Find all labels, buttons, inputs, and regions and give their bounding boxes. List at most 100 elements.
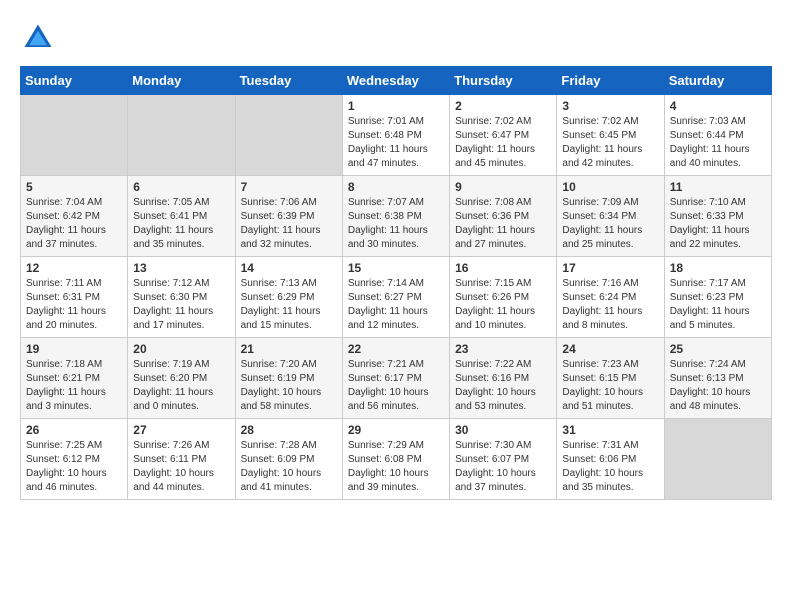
day-cell: 26 Sunrise: 7:25 AM Sunset: 6:12 PM Dayli… — [21, 419, 128, 500]
day-number: 13 — [133, 261, 229, 275]
day-info: Sunrise: 7:24 AM Sunset: 6:13 PM Dayligh… — [670, 358, 766, 414]
day-number: 22 — [348, 342, 444, 356]
day-cell: 3 Sunrise: 7:02 AM Sunset: 6:45 PM Daylig… — [557, 95, 664, 176]
day-cell: 17 Sunrise: 7:16 AM Sunset: 6:24 PM Dayli… — [557, 257, 664, 338]
calendar: SundayMondayTuesdayWednesdayThursdayFrid… — [20, 66, 772, 500]
day-cell: 25 Sunrise: 7:24 AM Sunset: 6:13 PM Dayli… — [664, 338, 771, 419]
day-number: 29 — [348, 423, 444, 437]
day-cell: 22Sunrise: 7:21 AM Sunset: 6:17 PM Dayli… — [342, 338, 449, 419]
day-number: 19 — [26, 342, 122, 356]
day-number: 2 — [455, 99, 551, 113]
day-info: Sunrise: 7:17 AM Sunset: 6:23 PM Dayligh… — [670, 277, 766, 333]
weekday-header-row: SundayMondayTuesdayWednesdayThursdayFrid… — [21, 67, 772, 95]
day-number: 26 — [26, 423, 122, 437]
day-number: 20 — [133, 342, 229, 356]
day-info: Sunrise: 7:31 AM Sunset: 6:06 PM Dayligh… — [562, 439, 658, 495]
day-cell: 27 Sunrise: 7:26 AM Sunset: 6:11 PM Dayli… — [128, 419, 235, 500]
day-number: 11 — [670, 180, 766, 194]
day-cell: 12 Sunrise: 7:11 AM Sunset: 6:31 PM Dayli… — [21, 257, 128, 338]
day-cell: 16 Sunrise: 7:15 AM Sunset: 6:26 PM Dayli… — [450, 257, 557, 338]
day-number: 21 — [241, 342, 337, 356]
day-info: Sunrise: 7:10 AM Sunset: 6:33 PM Dayligh… — [670, 196, 766, 252]
day-info: Sunrise: 7:18 AM Sunset: 6:21 PM Dayligh… — [26, 358, 122, 414]
day-cell: 8Sunrise: 7:07 AM Sunset: 6:38 PM Daylig… — [342, 176, 449, 257]
day-info: Sunrise: 7:16 AM Sunset: 6:24 PM Dayligh… — [562, 277, 658, 333]
day-cell: 14Sunrise: 7:13 AM Sunset: 6:29 PM Dayli… — [235, 257, 342, 338]
day-number: 5 — [26, 180, 122, 194]
day-number: 18 — [670, 261, 766, 275]
week-row-2: 5 Sunrise: 7:04 AM Sunset: 6:42 PM Daylig… — [21, 176, 772, 257]
day-number: 27 — [133, 423, 229, 437]
day-info: Sunrise: 7:02 AM Sunset: 6:45 PM Dayligh… — [562, 115, 658, 171]
day-info: Sunrise: 7:11 AM Sunset: 6:31 PM Dayligh… — [26, 277, 122, 333]
day-number: 1 — [348, 99, 444, 113]
weekday-header-sunday: Sunday — [21, 67, 128, 95]
day-cell: 23 Sunrise: 7:22 AM Sunset: 6:16 PM Dayli… — [450, 338, 557, 419]
day-number: 30 — [455, 423, 551, 437]
day-info: Sunrise: 7:26 AM Sunset: 6:11 PM Dayligh… — [133, 439, 229, 495]
day-cell: 11 Sunrise: 7:10 AM Sunset: 6:33 PM Dayli… — [664, 176, 771, 257]
day-info: Sunrise: 7:22 AM Sunset: 6:16 PM Dayligh… — [455, 358, 551, 414]
day-info: Sunrise: 7:23 AM Sunset: 6:15 PM Dayligh… — [562, 358, 658, 414]
day-cell: 7 Sunrise: 7:06 AM Sunset: 6:39 PM Daylig… — [235, 176, 342, 257]
week-row-4: 19 Sunrise: 7:18 AM Sunset: 6:21 PM Dayli… — [21, 338, 772, 419]
day-number: 14 — [241, 261, 337, 275]
day-number: 28 — [241, 423, 337, 437]
day-cell: 4 Sunrise: 7:03 AM Sunset: 6:44 PM Daylig… — [664, 95, 771, 176]
day-number: 16 — [455, 261, 551, 275]
day-cell: 18 Sunrise: 7:17 AM Sunset: 6:23 PM Dayli… — [664, 257, 771, 338]
weekday-header-thursday: Thursday — [450, 67, 557, 95]
day-cell — [235, 95, 342, 176]
day-cell: 28 Sunrise: 7:28 AM Sunset: 6:09 PM Dayli… — [235, 419, 342, 500]
day-number: 8 — [348, 180, 444, 194]
day-info: Sunrise: 7:05 AM Sunset: 6:41 PM Dayligh… — [133, 196, 229, 252]
day-cell: 30 Sunrise: 7:30 AM Sunset: 6:07 PM Dayli… — [450, 419, 557, 500]
day-number: 23 — [455, 342, 551, 356]
day-info: Sunrise: 7:30 AM Sunset: 6:07 PM Dayligh… — [455, 439, 551, 495]
day-number: 31 — [562, 423, 658, 437]
day-cell: 6Sunrise: 7:05 AM Sunset: 6:41 PM Daylig… — [128, 176, 235, 257]
day-cell — [664, 419, 771, 500]
day-cell — [21, 95, 128, 176]
day-info: Sunrise: 7:25 AM Sunset: 6:12 PM Dayligh… — [26, 439, 122, 495]
weekday-header-saturday: Saturday — [664, 67, 771, 95]
weekday-header-wednesday: Wednesday — [342, 67, 449, 95]
day-cell: 2 Sunrise: 7:02 AM Sunset: 6:47 PM Daylig… — [450, 95, 557, 176]
weekday-header-tuesday: Tuesday — [235, 67, 342, 95]
day-cell: 19 Sunrise: 7:18 AM Sunset: 6:21 PM Dayli… — [21, 338, 128, 419]
day-cell: 5 Sunrise: 7:04 AM Sunset: 6:42 PM Daylig… — [21, 176, 128, 257]
day-number: 3 — [562, 99, 658, 113]
weekday-header-monday: Monday — [128, 67, 235, 95]
day-cell: 9 Sunrise: 7:08 AM Sunset: 6:36 PM Daylig… — [450, 176, 557, 257]
day-cell: 20 Sunrise: 7:19 AM Sunset: 6:20 PM Dayli… — [128, 338, 235, 419]
week-row-3: 12 Sunrise: 7:11 AM Sunset: 6:31 PM Dayli… — [21, 257, 772, 338]
day-cell: 29Sunrise: 7:29 AM Sunset: 6:08 PM Dayli… — [342, 419, 449, 500]
day-cell: 15Sunrise: 7:14 AM Sunset: 6:27 PM Dayli… — [342, 257, 449, 338]
day-cell: 24 Sunrise: 7:23 AM Sunset: 6:15 PM Dayli… — [557, 338, 664, 419]
day-number: 25 — [670, 342, 766, 356]
day-number: 9 — [455, 180, 551, 194]
day-info: Sunrise: 7:02 AM Sunset: 6:47 PM Dayligh… — [455, 115, 551, 171]
day-info: Sunrise: 7:20 AM Sunset: 6:19 PM Dayligh… — [241, 358, 337, 414]
day-info: Sunrise: 7:04 AM Sunset: 6:42 PM Dayligh… — [26, 196, 122, 252]
day-cell: 13 Sunrise: 7:12 AM Sunset: 6:30 PM Dayli… — [128, 257, 235, 338]
day-info: Sunrise: 7:12 AM Sunset: 6:30 PM Dayligh… — [133, 277, 229, 333]
day-info: Sunrise: 7:03 AM Sunset: 6:44 PM Dayligh… — [670, 115, 766, 171]
day-number: 4 — [670, 99, 766, 113]
day-info: Sunrise: 7:28 AM Sunset: 6:09 PM Dayligh… — [241, 439, 337, 495]
day-number: 7 — [241, 180, 337, 194]
day-info: Sunrise: 7:14 AM Sunset: 6:27 PM Dayligh… — [348, 277, 444, 333]
weekday-header-friday: Friday — [557, 67, 664, 95]
day-info: Sunrise: 7:06 AM Sunset: 6:39 PM Dayligh… — [241, 196, 337, 252]
day-cell: 1 Sunrise: 7:01 AM Sunset: 6:48 PM Daylig… — [342, 95, 449, 176]
day-info: Sunrise: 7:15 AM Sunset: 6:26 PM Dayligh… — [455, 277, 551, 333]
day-cell: 10Sunrise: 7:09 AM Sunset: 6:34 PM Dayli… — [557, 176, 664, 257]
day-info: Sunrise: 7:01 AM Sunset: 6:48 PM Dayligh… — [348, 115, 444, 171]
day-number: 24 — [562, 342, 658, 356]
logo — [20, 20, 62, 56]
day-info: Sunrise: 7:09 AM Sunset: 6:34 PM Dayligh… — [562, 196, 658, 252]
day-info: Sunrise: 7:08 AM Sunset: 6:36 PM Dayligh… — [455, 196, 551, 252]
day-number: 17 — [562, 261, 658, 275]
day-number: 12 — [26, 261, 122, 275]
day-info: Sunrise: 7:19 AM Sunset: 6:20 PM Dayligh… — [133, 358, 229, 414]
